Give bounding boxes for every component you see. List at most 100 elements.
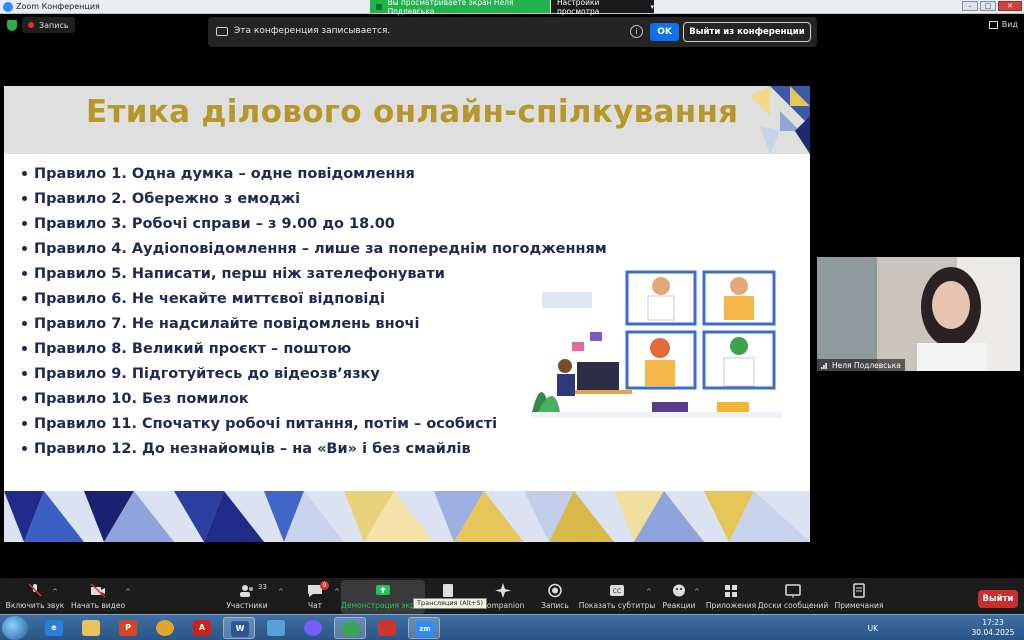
encryption-shield-icon[interactable] [7, 20, 17, 31]
bullet-icon [22, 196, 27, 201]
participant-name: Неля Подлевська [832, 360, 901, 370]
window-controls: – □ ✕ [962, 1, 1022, 11]
clock[interactable]: 17:23 30.04.2025 [968, 618, 1018, 638]
list-item: Правило 12. До незнайомців – на «Ви» і б… [22, 436, 607, 461]
decorative-corner-pattern [750, 86, 810, 154]
app-icon [378, 620, 396, 636]
list-item: Правило 11. Спочатку робочі питання, пот… [22, 411, 607, 436]
taskbar-powerpoint[interactable]: P [112, 617, 144, 639]
cc-icon: CC [610, 585, 624, 596]
paint-icon [267, 620, 285, 636]
notes-label: Примечания [834, 601, 884, 610]
bullet-icon [22, 321, 27, 326]
maximize-icon[interactable]: □ [980, 1, 996, 11]
bullet-icon [22, 396, 27, 401]
taskbar-viber[interactable] [297, 617, 329, 639]
taskbar-word[interactable]: W [223, 617, 255, 639]
viber-icon [304, 620, 322, 636]
smiley-icon [673, 584, 685, 597]
windows-taskbar: e P A W zm UK 17:23 30.04.2025 [0, 614, 1024, 640]
share-tooltip: Трансляция (Alt+S) [413, 598, 488, 609]
taskbar-acrobat[interactable]: A [186, 617, 218, 639]
list-item: Правило 5. Написати, перш ніж зателефону… [22, 261, 607, 286]
close-icon[interactable]: ✕ [998, 1, 1022, 11]
taskbar-paint[interactable] [260, 617, 292, 639]
bullet-icon [22, 296, 27, 301]
zoom-taskbar-icon: zm [416, 621, 434, 637]
recording-indicator[interactable]: Запись [22, 17, 75, 33]
list-item: Правило 6. Не чекайте миттєвої відповіді [22, 286, 607, 311]
share-indicator-icon [376, 3, 382, 10]
language-indicator[interactable]: UK [868, 624, 878, 633]
internet-explorer-icon: e [45, 620, 63, 636]
rule-text: Правило 7. Не надсилайте повідомлень вно… [34, 315, 420, 332]
rule-text: Правило 2. Обережно з емоджі [34, 190, 301, 207]
chevron-up-icon[interactable]: ^ [334, 588, 340, 596]
list-item: Правило 1. Одна думка – одне повідомленн… [22, 161, 607, 186]
taskbar-chrome-2[interactable] [334, 617, 366, 639]
bullet-icon [22, 446, 27, 451]
list-item: Правило 4. Аудіоповідомлення – лише за п… [22, 236, 607, 261]
screen-share-banner: Вы просматриваете экран Неля Подлевська [370, 0, 550, 16]
rule-text: Правило 11. Спочатку робочі питання, пот… [34, 415, 498, 432]
chat-badge: 9 [320, 581, 329, 590]
rule-text: Правило 1. Одна думка – одне повідомленн… [34, 165, 415, 182]
bullet-icon [22, 421, 27, 426]
end-meeting-button[interactable]: Выйти [978, 590, 1018, 608]
view-button[interactable]: Вид [988, 20, 1018, 29]
rule-text: Правило 12. До незнайомців – на «Ви» і б… [34, 440, 471, 457]
whiteboard-icon [785, 584, 801, 598]
start-button[interactable] [2, 616, 28, 640]
ok-button[interactable]: OK [650, 23, 679, 41]
bullet-icon [22, 271, 27, 276]
list-item: Правило 9. Підготуйтесь до відеозв’язку [22, 361, 607, 386]
list-item: Правило 8. Великий проєкт – поштою [22, 336, 607, 361]
notes-button[interactable]: Примечания [814, 580, 904, 614]
minimize-icon[interactable]: – [962, 1, 978, 11]
rule-text: Правило 6. Не чекайте миттєвої відповіді [34, 290, 386, 307]
folder-icon [82, 620, 100, 636]
taskbar-explorer[interactable] [75, 617, 107, 639]
list-item: Правило 2. Обережно з емоджі [22, 186, 607, 211]
rule-text: Правило 5. Написати, перш ніж зателефону… [34, 265, 445, 282]
list-item: Правило 3. Робочі справи – з 9.00 до 18.… [22, 211, 607, 236]
rule-text: Правило 4. Аудіоповідомлення – лише за п… [34, 240, 607, 257]
participants-count: 33 [258, 583, 267, 591]
document-icon [443, 584, 453, 597]
taskbar-zoom[interactable]: zm [408, 617, 440, 639]
word-icon: W [231, 621, 249, 637]
participant-name-bar: Неля Подлевська [817, 359, 905, 371]
powerpoint-icon: P [119, 620, 137, 636]
chrome-icon [342, 621, 360, 637]
bullet-icon [22, 221, 27, 226]
taskbar-chrome[interactable] [149, 617, 181, 639]
taskbar-ie[interactable]: e [38, 617, 70, 639]
record-dot-icon [28, 22, 34, 28]
view-options-button[interactable]: Настройки просмотра ▾ [551, 0, 654, 16]
share-screen-icon [376, 585, 390, 595]
leave-meeting-button[interactable]: Выйти из конференции [683, 22, 811, 42]
recording-notice: Эта конференция записывается. i OK Выйти… [208, 17, 817, 47]
view-label: Вид [1001, 20, 1018, 29]
bullet-icon [22, 171, 27, 176]
participant-video-tile[interactable]: Неля Подлевська [817, 257, 1020, 371]
slide-title: Етика ділового онлайн-спілкування [86, 94, 739, 130]
view-options-label: Настройки просмотра [557, 0, 600, 16]
chevron-down-icon: ▾ [650, 2, 654, 11]
info-icon[interactable]: i [630, 25, 643, 38]
clock-date: 30.04.2025 [971, 628, 1015, 637]
meeting-toolbar: Включить звук ^ Начать видео ^ 33 Участн… [0, 578, 1024, 614]
rules-list: Правило 1. Одна думка – одне повідомленн… [22, 161, 607, 461]
recording-label: Запись [39, 20, 69, 30]
taskbar-app[interactable] [371, 617, 403, 639]
window-title: Zoom Конференция [16, 2, 100, 11]
decorative-footer-pattern [4, 491, 810, 542]
chevron-up-icon[interactable]: ^ [125, 588, 131, 596]
start-video-label: Начать видео [70, 601, 126, 610]
list-item: Правило 10. Без помилок [22, 386, 607, 411]
notes-icon [853, 583, 865, 598]
start-video-button[interactable]: Начать видео ^ [53, 580, 143, 614]
chrome-icon [156, 620, 174, 636]
bullet-icon [22, 346, 27, 351]
zoom-logo-icon [3, 2, 13, 12]
